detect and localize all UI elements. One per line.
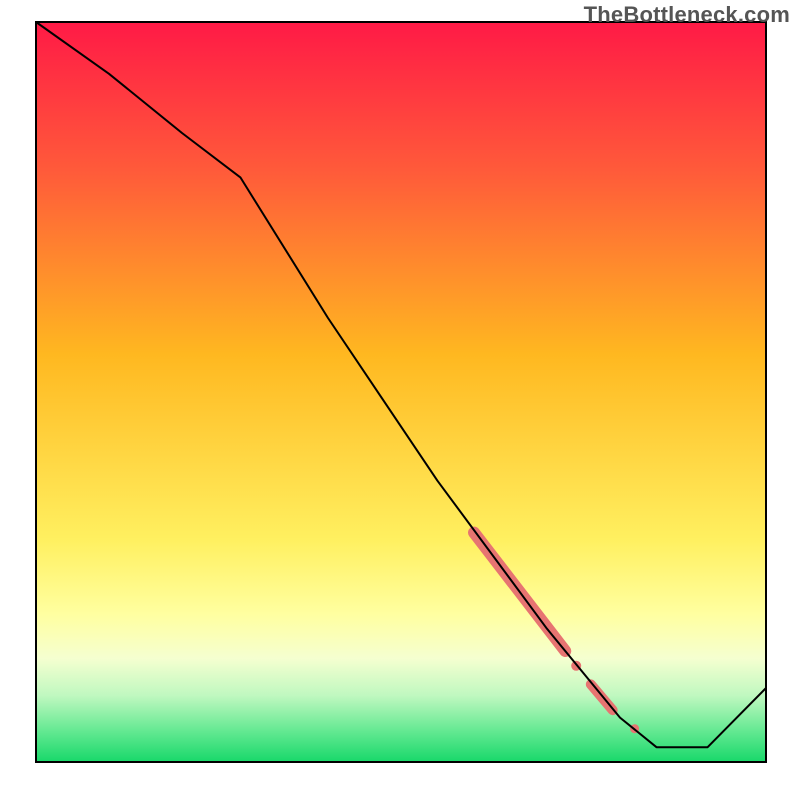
plot-background <box>36 22 766 762</box>
chart-stage: TheBottleneck.com <box>0 0 800 800</box>
bottleneck-chart <box>0 0 800 800</box>
watermark-text: TheBottleneck.com <box>584 2 790 28</box>
